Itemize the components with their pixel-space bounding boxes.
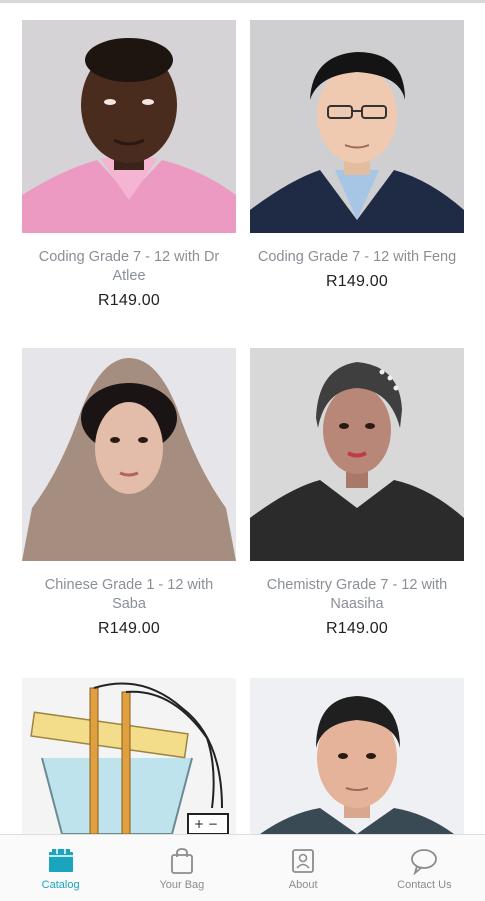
product-card[interactable] [250, 678, 464, 834]
product-price: R149.00 [326, 273, 388, 290]
bag-icon [170, 848, 193, 874]
nav-bag-label: Your Bag [159, 879, 205, 891]
chat-bubble-icon [411, 849, 438, 875]
catalog-icon [48, 849, 73, 872]
product-price: R149.00 [98, 292, 160, 309]
product-price: R149.00 [98, 620, 160, 637]
product-image[interactable] [22, 348, 236, 561]
product-image[interactable] [250, 678, 464, 834]
nav-catalog[interactable]: Catalog [0, 835, 121, 901]
nav-catalog-label: Catalog [41, 879, 80, 891]
product-title[interactable]: Chinese Grade 1 - 12 with Saba [22, 576, 236, 614]
nav-about[interactable]: About [243, 835, 364, 901]
bottom-nav: Catalog Your Bag About Contact Us [0, 834, 485, 901]
product-image[interactable]: + − [22, 678, 236, 834]
product-image[interactable] [250, 20, 464, 233]
person-card-icon [292, 849, 315, 873]
product-image[interactable] [22, 20, 236, 233]
product-title[interactable]: Coding Grade 7 - 12 with Feng [250, 248, 464, 267]
svg-text:+ −: + − [194, 817, 218, 831]
product-card[interactable]: Coding Grade 7 - 12 with Feng R149.00 [250, 20, 464, 291]
product-title[interactable]: Coding Grade 7 - 12 with Dr Atlee [22, 248, 236, 286]
product-card[interactable]: + − [22, 678, 236, 834]
nav-bag[interactable]: Your Bag [121, 835, 242, 901]
product-image[interactable] [250, 348, 464, 561]
product-price: R149.00 [326, 620, 388, 637]
nav-contact-label: Contact Us [397, 879, 452, 891]
product-card[interactable]: Chinese Grade 1 - 12 with Saba R149.00 [22, 348, 236, 638]
product-title[interactable]: Chemistry Grade 7 - 12 with Naasiha [250, 576, 464, 614]
nav-contact[interactable]: Contact Us [364, 835, 485, 901]
product-card[interactable]: Chemistry Grade 7 - 12 with Naasiha R149… [250, 348, 464, 638]
nav-about-label: About [288, 879, 318, 891]
top-divider [0, 0, 485, 3]
product-card[interactable]: Coding Grade 7 - 12 with Dr Atlee R149.0… [22, 20, 236, 310]
